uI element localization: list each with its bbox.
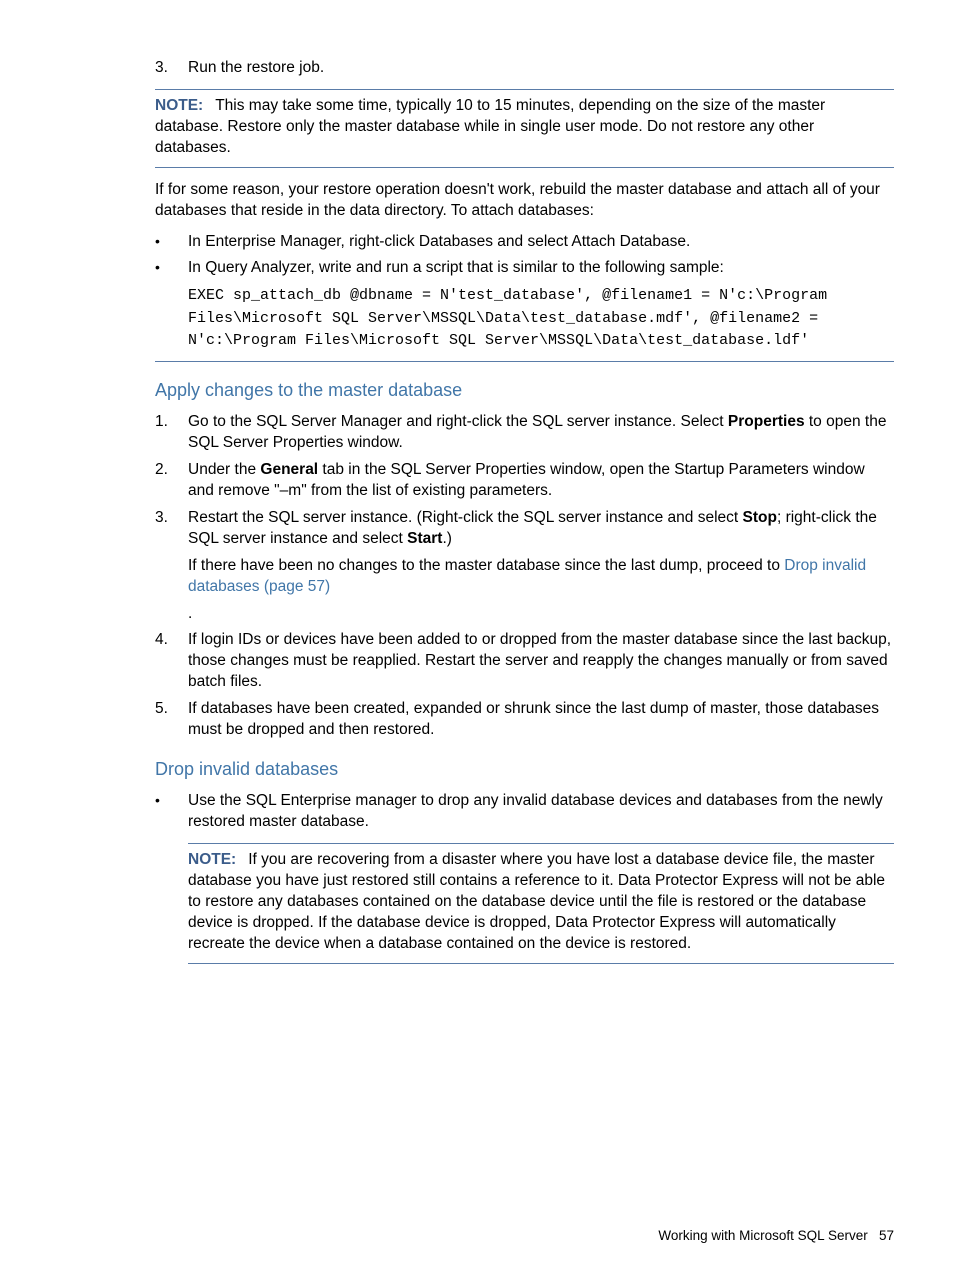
bullet-query-analyzer: In Query Analyzer, write and run a scrip… bbox=[155, 258, 894, 352]
note-text: This may take some time, typically 10 to… bbox=[155, 97, 825, 156]
bullet-icon bbox=[155, 232, 188, 253]
bullet-text: Use the SQL Enterprise manager to drop a… bbox=[188, 791, 894, 833]
list-text: Under the General tab in the SQL Server … bbox=[188, 460, 894, 502]
divider bbox=[155, 361, 894, 362]
page-footer: Working with Microsoft SQL Server 57 bbox=[658, 1227, 894, 1245]
list-text: If login IDs or devices have been added … bbox=[188, 630, 894, 693]
note-label: NOTE: bbox=[188, 851, 236, 868]
list-number: 4. bbox=[155, 630, 188, 693]
note-block-restore-time: NOTE:This may take some time, typically … bbox=[155, 89, 894, 168]
apply-step-1: 1. Go to the SQL Server Manager and righ… bbox=[155, 412, 894, 454]
list-text: Run the restore job. bbox=[188, 58, 894, 79]
apply-step-3: 3. Restart the SQL server instance. (Rig… bbox=[155, 508, 894, 625]
paragraph-rebuild: If for some reason, your restore operati… bbox=[155, 180, 894, 222]
note-text: If you are recovering from a disaster wh… bbox=[188, 851, 885, 952]
step-3-run-restore: 3. Run the restore job. bbox=[155, 58, 894, 79]
list-text: Go to the SQL Server Manager and right-c… bbox=[188, 412, 894, 454]
bullet-text: In Enterprise Manager, right-click Datab… bbox=[188, 232, 894, 253]
code-block-attach-db: EXEC sp_attach_db @dbname = N'test_datab… bbox=[188, 285, 894, 353]
list-number: 3. bbox=[155, 508, 188, 625]
list-number: 5. bbox=[155, 699, 188, 741]
bullet-icon bbox=[155, 791, 188, 833]
apply-step-5: 5. If databases have been created, expan… bbox=[155, 699, 894, 741]
apply-step-2: 2. Under the General tab in the SQL Serv… bbox=[155, 460, 894, 502]
list-number: 2. bbox=[155, 460, 188, 502]
bullet-drop-invalid: Use the SQL Enterprise manager to drop a… bbox=[155, 791, 894, 833]
bullet-enterprise-manager: In Enterprise Manager, right-click Datab… bbox=[155, 232, 894, 253]
note-block-disaster-recovery: NOTE:If you are recovering from a disast… bbox=[188, 843, 894, 964]
list-text: If databases have been created, expanded… bbox=[188, 699, 894, 741]
page-body: 3. Run the restore job. NOTE:This may ta… bbox=[0, 0, 954, 1271]
list-number: 1. bbox=[155, 412, 188, 454]
bullet-icon bbox=[155, 258, 188, 352]
heading-apply-changes: Apply changes to the master database bbox=[155, 378, 894, 402]
heading-drop-invalid: Drop invalid databases bbox=[155, 757, 894, 781]
apply-step-4: 4. If login IDs or devices have been add… bbox=[155, 630, 894, 693]
list-text: Restart the SQL server instance. (Right-… bbox=[188, 508, 894, 625]
trailing-period: . bbox=[188, 604, 894, 625]
page-number: 57 bbox=[879, 1228, 894, 1243]
footer-text: Working with Microsoft SQL Server bbox=[658, 1228, 867, 1243]
list-number: 3. bbox=[155, 58, 188, 79]
note-label: NOTE: bbox=[155, 97, 203, 114]
step-3-followup: If there have been no changes to the mas… bbox=[188, 556, 894, 598]
bullet-text: In Query Analyzer, write and run a scrip… bbox=[188, 258, 894, 352]
